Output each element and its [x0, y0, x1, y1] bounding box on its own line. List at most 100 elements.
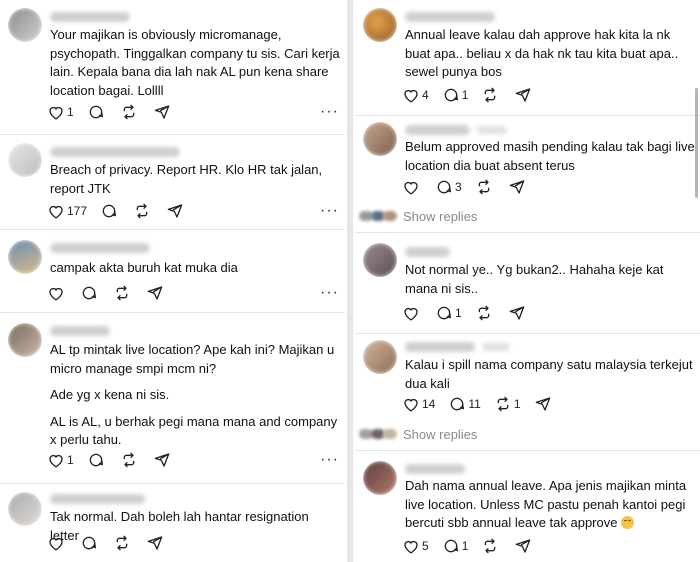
send-icon	[509, 180, 525, 194]
username-redacted[interactable]	[405, 464, 465, 474]
scrollbar[interactable]	[695, 88, 698, 198]
comment-card: Not normal ye.. Yg bukan2.. Hahaha keje …	[355, 233, 700, 333]
reply-button[interactable]	[101, 203, 120, 219]
avatar[interactable]	[363, 461, 397, 495]
share-button[interactable]	[515, 87, 531, 103]
action-bar: 1	[48, 450, 184, 470]
reply-button[interactable]: 1	[436, 305, 462, 321]
like-button[interactable]	[48, 286, 67, 301]
reply-avatars	[359, 211, 399, 221]
like-button[interactable]: 1	[48, 105, 74, 120]
avatar[interactable]	[363, 8, 397, 42]
like-button[interactable]: 177	[48, 204, 87, 219]
show-replies-link[interactable]: Show replies	[403, 209, 477, 224]
reply-button[interactable]: 1	[443, 87, 468, 103]
like-count: 1	[67, 105, 74, 119]
username-redacted[interactable]	[405, 125, 470, 135]
username-redacted[interactable]	[50, 243, 150, 253]
repost-button[interactable]	[121, 104, 140, 120]
repost-button[interactable]	[482, 87, 501, 103]
avatar[interactable]	[8, 492, 42, 526]
panel-divider	[347, 0, 353, 562]
repost-icon	[136, 203, 148, 219]
heart-icon	[49, 287, 63, 301]
action-bar: 5 1	[403, 536, 545, 556]
reply-button[interactable]	[81, 535, 100, 551]
more-icon[interactable]: ···	[320, 104, 339, 120]
share-button[interactable]	[147, 535, 163, 551]
avatar[interactable]	[8, 143, 42, 177]
reply-button[interactable]	[88, 104, 107, 120]
reply-button[interactable]: 3	[436, 179, 462, 195]
repost-button[interactable]	[114, 535, 133, 551]
comment-card: AL tp mintak live location? Ape kah ini?…	[0, 313, 345, 483]
share-button[interactable]	[154, 452, 170, 468]
username-redacted[interactable]	[50, 147, 180, 157]
avatar[interactable]	[8, 8, 42, 42]
send-icon	[516, 88, 531, 102]
send-icon	[147, 536, 163, 550]
heart-icon	[49, 537, 63, 551]
like-button[interactable]: 5	[403, 539, 429, 554]
avatar[interactable]	[363, 243, 397, 277]
avatar[interactable]	[8, 240, 42, 274]
username-redacted[interactable]	[50, 494, 145, 504]
repost-button[interactable]	[121, 452, 140, 468]
username-redacted[interactable]	[405, 247, 450, 257]
repost-button[interactable]	[114, 285, 133, 301]
comment-icon	[451, 397, 465, 411]
share-button[interactable]	[535, 396, 551, 412]
avatar[interactable]	[8, 323, 42, 357]
avatar[interactable]	[363, 340, 397, 374]
show-replies-link[interactable]: Show replies	[403, 427, 477, 442]
comment-text: Belum approved masih pending kalau tak b…	[405, 139, 695, 173]
more-icon[interactable]: ···	[320, 285, 339, 301]
comment-card: Breach of privacy. Report HR. Klo HR tak…	[0, 135, 345, 229]
action-bar: 4 1	[403, 85, 545, 105]
share-button[interactable]	[515, 538, 531, 554]
grinning-sweat-emoji	[621, 516, 635, 529]
like-button[interactable]: 4	[403, 88, 429, 103]
comment-icon	[82, 286, 96, 300]
more-icon[interactable]: ···	[320, 203, 339, 219]
username-redacted[interactable]	[50, 12, 130, 22]
share-button[interactable]	[167, 203, 183, 219]
left-comment-panel: Your majikan is obviously micromanage, p…	[0, 0, 345, 562]
right-comment-panel: Annual leave kalau dah approve hak kita …	[355, 0, 700, 562]
repost-icon	[485, 538, 496, 554]
avatar[interactable]	[363, 122, 397, 156]
share-button[interactable]	[509, 305, 525, 321]
heart-icon	[404, 181, 418, 195]
like-button[interactable]: 14	[403, 397, 435, 412]
repost-button[interactable]	[134, 203, 153, 219]
like-button[interactable]: 1	[48, 453, 74, 468]
reply-button[interactable]	[81, 285, 100, 301]
like-count: 4	[422, 88, 429, 102]
reply-count: 11	[468, 397, 481, 411]
send-icon	[167, 204, 183, 218]
reply-button[interactable]	[88, 452, 107, 468]
reply-button[interactable]: 11	[449, 396, 481, 412]
like-button[interactable]	[403, 306, 422, 321]
like-button[interactable]	[403, 180, 422, 195]
heart-icon	[404, 398, 418, 412]
username-redacted[interactable]	[405, 342, 475, 352]
repost-button[interactable]	[476, 179, 495, 195]
send-icon	[535, 397, 550, 411]
repost-icon	[485, 87, 496, 103]
reply-button[interactable]: 1	[443, 538, 468, 554]
share-button[interactable]	[154, 104, 170, 120]
repost-button[interactable]: 1	[495, 396, 521, 412]
repost-count: 1	[513, 397, 521, 411]
repost-icon	[478, 179, 490, 195]
repost-button[interactable]	[482, 538, 501, 554]
repost-button[interactable]	[476, 305, 495, 321]
repost-icon	[478, 305, 490, 321]
like-button[interactable]	[48, 536, 67, 551]
more-icon[interactable]: ···	[320, 452, 339, 468]
share-button[interactable]	[147, 285, 163, 301]
share-button[interactable]	[509, 179, 525, 195]
username-redacted[interactable]	[405, 12, 495, 22]
send-icon	[154, 105, 170, 119]
username-redacted[interactable]	[50, 326, 110, 336]
